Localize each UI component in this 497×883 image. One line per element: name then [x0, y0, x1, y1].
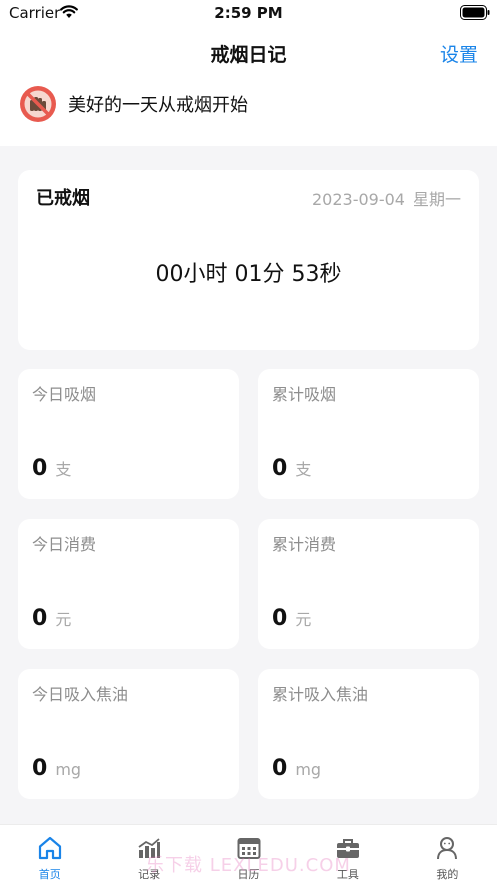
- tab-label: 首页: [38, 868, 61, 881]
- no-smoking-icon: [20, 86, 56, 122]
- page-title: 戒烟日记: [210, 44, 287, 66]
- stat-label: 累计吸烟: [272, 385, 337, 404]
- tab-label: 日历: [237, 868, 260, 881]
- stat-value: 0: [272, 756, 288, 781]
- motto-text: 美好的一天从戒烟开始: [68, 95, 248, 116]
- toolbox-icon: [336, 839, 359, 858]
- quit-duration-card: 已戒烟 2023-09-04 星期一 00小时 01分 53秒: [18, 170, 479, 350]
- tab-home[interactable]: 首页: [0, 825, 99, 883]
- quit-date: 2023-09-04 星期一: [312, 186, 461, 210]
- quit-timer: 00小时 01分 53秒: [155, 262, 342, 287]
- stat-value: 0: [272, 456, 288, 481]
- tab-label: 我的: [436, 868, 459, 881]
- stat-card-today-spending: 今日消费 0元: [18, 519, 239, 649]
- battery-icon: [460, 5, 490, 20]
- settings-button[interactable]: 设置: [440, 40, 478, 67]
- tab-label: 工具: [336, 868, 359, 881]
- stat-card-total-spending: 累计消费 0元: [258, 519, 479, 649]
- tab-bar: 首页 记录 日历 工具 我的: [0, 824, 497, 883]
- stat-unit: 支: [55, 460, 72, 479]
- status-time: 2:59 PM: [214, 4, 283, 22]
- stat-value: 0: [32, 456, 48, 481]
- stat-unit: 元: [295, 610, 312, 629]
- stat-label: 今日吸入焦油: [32, 685, 129, 704]
- stat-card-today-tar: 今日吸入焦油 0 mg: [18, 669, 239, 799]
- quit-date-value: 2023-09-04: [312, 190, 405, 209]
- status-bar: Carrier 2:59 PM: [0, 0, 497, 26]
- stat-value: 0: [32, 606, 48, 631]
- tab-tools[interactable]: 工具: [298, 825, 397, 883]
- home-icon: [38, 836, 61, 860]
- quit-label: 已戒烟: [36, 188, 90, 209]
- stat-value: 0: [272, 606, 288, 631]
- calendar-icon: [237, 838, 261, 859]
- stat-card-total-tar: 累计吸入焦油 0 mg: [258, 669, 479, 799]
- header-area: Carrier 2:59 PM 戒烟日记 设置 美好的一天从戒烟开始: [0, 0, 497, 146]
- stat-value: 0: [32, 756, 48, 781]
- tab-calendar[interactable]: 日历: [199, 825, 298, 883]
- stat-label: 今日消费: [32, 535, 97, 554]
- profile-icon: [437, 837, 458, 860]
- quit-weekday: 星期一: [412, 190, 461, 209]
- stat-label: 今日吸烟: [32, 385, 97, 404]
- stat-label: 累计消费: [272, 535, 337, 554]
- tab-records[interactable]: 记录: [99, 825, 198, 883]
- stat-unit: mg: [295, 760, 322, 779]
- chart-icon: [138, 838, 161, 858]
- stat-card-today-cigarettes: 今日吸烟 0支: [18, 369, 239, 499]
- tab-label: 记录: [138, 868, 161, 881]
- stat-label: 累计吸入焦油: [272, 685, 369, 704]
- tab-profile[interactable]: 我的: [398, 825, 497, 883]
- stat-card-total-cigarettes: 累计吸烟 0支: [258, 369, 479, 499]
- stat-unit: 支: [295, 460, 312, 479]
- motto-banner: 美好的一天从戒烟开始: [19, 84, 248, 124]
- stat-unit: 元: [55, 610, 72, 629]
- stat-unit: mg: [55, 760, 82, 779]
